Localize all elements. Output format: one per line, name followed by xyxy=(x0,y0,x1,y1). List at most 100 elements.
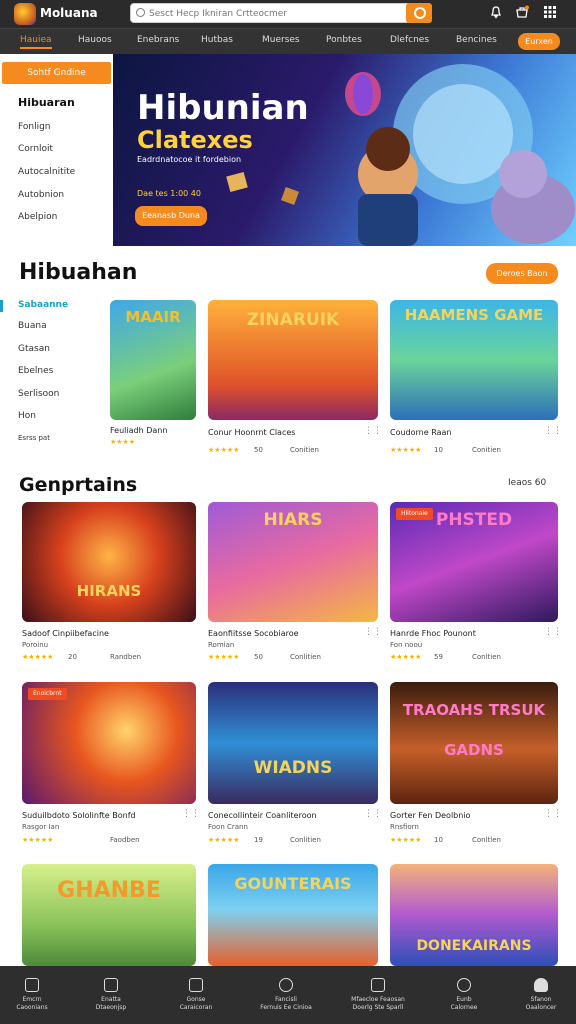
sidebar-item-6[interactable]: Abelpion xyxy=(18,212,57,222)
tab-label: Eunb xyxy=(456,996,472,1003)
game-card-1[interactable]: HIRANS Sadoof Cinpiibefacine Poroinu ★★★… xyxy=(22,502,196,672)
tab-sublabel: Dtaeonjsp xyxy=(95,1004,127,1011)
rating-stars: ★★★★ xyxy=(110,438,136,446)
card-thumbnail[interactable]: TRAOAHS TRSUK GADNS xyxy=(390,682,558,804)
category-item-7[interactable]: Esrss pat xyxy=(18,434,50,442)
app-logo[interactable] xyxy=(14,3,36,25)
card-thumbnail[interactable]: MAAIR xyxy=(110,300,196,420)
sidebar-header[interactable]: Sohtf Gndine xyxy=(2,62,111,84)
card-title[interactable]: Suduilbdoto Sololinfte Bonfd xyxy=(22,811,136,820)
card-meta: Conitien xyxy=(472,446,501,454)
game-card-8[interactable]: GOUNTERAIS xyxy=(208,864,378,966)
nav-item-6[interactable]: Ponbtes xyxy=(326,35,362,49)
nav-item-5[interactable]: Muerses xyxy=(262,35,300,49)
search-bar[interactable] xyxy=(130,3,432,23)
sidebar-item-3[interactable]: Cornloit xyxy=(18,144,53,154)
search-input[interactable] xyxy=(149,6,399,21)
category-item-6[interactable]: Hon xyxy=(18,411,36,421)
category-item-4[interactable]: Ebelnes xyxy=(18,366,53,376)
featured-card-1[interactable]: MAAIR Feuliadh Dann ★★★★ xyxy=(110,300,196,460)
more-options-icon[interactable]: ⋮⋮ xyxy=(364,809,382,819)
card-thumbnail[interactable]: WIADNS xyxy=(208,682,378,804)
more-options-icon[interactable]: ⋮⋮ xyxy=(544,809,562,819)
tab-2[interactable]: Enatta Dtaeonjsp xyxy=(76,974,146,1018)
sidebar-item-5[interactable]: Autobnion xyxy=(18,190,64,200)
rating-value: 19 xyxy=(254,836,263,844)
card-title[interactable]: Hanrde Fhoc Pounont xyxy=(390,629,476,638)
card-meta: Conlitien xyxy=(290,653,321,661)
brand-name[interactable]: Moluana xyxy=(40,6,98,20)
card-thumbnail[interactable]: DONEKAIRANS xyxy=(390,864,558,966)
section-title-featured: Hibuahan xyxy=(19,260,138,285)
card-title[interactable]: Eaonfiitsse Socobiaroe xyxy=(208,629,299,638)
tab-label: Sfanon xyxy=(530,996,552,1003)
nav-item-1[interactable]: Hauiea xyxy=(20,35,52,49)
see-more-link[interactable]: Ieaos 60 xyxy=(508,478,546,488)
more-options-icon[interactable]: ⋮⋮ xyxy=(364,426,382,436)
rating-value: 10 xyxy=(434,446,443,454)
tab-3[interactable]: Gonse Caraicoran xyxy=(161,974,231,1018)
game-card-9[interactable]: DONEKAIRANS xyxy=(390,864,558,966)
featured-card-3[interactable]: HAAMENS GAME Coudorne Raan ⋮⋮ ★★★★★ 10 C… xyxy=(390,300,562,460)
bell-icon[interactable] xyxy=(488,5,504,21)
nav-item-8[interactable]: Bencines xyxy=(456,35,497,49)
card-title[interactable]: Gorter Fen Deolbnio xyxy=(390,811,470,820)
rating-stars: ★★★★★ xyxy=(208,446,240,454)
nav-cta-button[interactable]: Eurxen xyxy=(518,33,560,50)
game-card-2[interactable]: HIARS Eaonfiitsse Socobiaroe ⋮⋮ Romian ★… xyxy=(208,502,382,672)
more-options-icon[interactable]: ⋮⋮ xyxy=(364,627,382,637)
card-title[interactable]: Conur Hoonrnt Claces xyxy=(208,428,295,437)
card-title[interactable]: Conecollinteir Coanliteroon xyxy=(208,811,317,820)
tab-6[interactable]: Eunb Calornee xyxy=(429,974,499,1018)
card-title[interactable]: Sadoof Cinpiibefacine xyxy=(22,629,109,638)
rating-value: 10 xyxy=(434,836,443,844)
card-thumbnail[interactable]: ZINARUIK xyxy=(208,300,378,420)
nav-item-3[interactable]: Enebrans xyxy=(137,35,179,49)
category-item-2[interactable]: Buana xyxy=(18,321,47,331)
card-thumbnail[interactable]: Enoicbrnt xyxy=(22,682,196,804)
featured-more-button[interactable]: Deroes Baon xyxy=(486,263,558,284)
card-title[interactable]: Coudorne Raan xyxy=(390,428,451,437)
cart-icon[interactable] xyxy=(514,5,530,21)
search-button[interactable] xyxy=(406,3,432,23)
game-card-4[interactable]: Enoicbrnt Suduilbdoto Sololinfte Bonfd ⋮… xyxy=(22,682,200,852)
card-title[interactable]: Feuliadh Dann xyxy=(110,426,167,435)
game-card-3[interactable]: Hlitonaie PHSTED Hanrde Fhoc Pounont ⋮⋮ … xyxy=(390,502,562,672)
card-thumbnail[interactable]: GOUNTERAIS xyxy=(208,864,378,966)
category-sidebar: Sohtf Gndine Hibuaran Fonlign Cornloit A… xyxy=(0,54,112,244)
grid-menu-icon[interactable] xyxy=(542,5,558,21)
nav-item-4[interactable]: Hutbas xyxy=(201,35,233,49)
more-options-icon[interactable]: ⋮⋮ xyxy=(544,627,562,637)
tab-7[interactable]: Sfanon Oaaloncer xyxy=(506,974,576,1018)
thumb-title: HIRANS xyxy=(76,582,142,600)
sidebar-item-4[interactable]: Autocalnitite xyxy=(18,167,75,177)
card-meta: Conltlen xyxy=(472,836,501,844)
tab-4[interactable]: Fancisli Fernuis Ee Cinioa xyxy=(251,974,321,1018)
sidebar-item-1[interactable]: Hibuaran xyxy=(18,96,75,109)
nav-item-7[interactable]: Dlefcnes xyxy=(390,35,429,49)
card-thumbnail[interactable]: GHANBE xyxy=(22,864,196,966)
category-item-1[interactable]: Sabaanne xyxy=(18,300,68,310)
game-card-5[interactable]: WIADNS Conecollinteir Coanliteroon ⋮⋮ Fo… xyxy=(208,682,382,852)
sidebar-item-2[interactable]: Fonlign xyxy=(18,122,50,132)
card-subtitle: Fon noou xyxy=(390,641,423,649)
more-options-icon[interactable]: ⋮⋮ xyxy=(544,426,562,436)
category-item-5[interactable]: Serlisoon xyxy=(18,389,59,399)
game-card-7[interactable]: GHANBE xyxy=(22,864,196,966)
thumb-title: MAAIR xyxy=(125,308,181,326)
tab-sublabel: Oaaloncer xyxy=(525,1004,557,1011)
more-options-icon[interactable]: ⋮⋮ xyxy=(182,809,200,819)
card-thumbnail[interactable]: HIARS xyxy=(208,502,378,622)
card-thumbnail[interactable]: Hlitonaie PHSTED xyxy=(390,502,558,622)
tab-5[interactable]: Mfaecloe Feaosan Doerlg Ste Sparll xyxy=(343,974,413,1018)
hero-cta-button[interactable]: Eeanasb Duna xyxy=(135,206,207,226)
game-card-6[interactable]: TRAOAHS TRSUK GADNS Gorter Fen Deolbnio … xyxy=(390,682,562,852)
category-item-3[interactable]: Gtasan xyxy=(18,344,50,354)
hero-meta: Dae tes 1:00 40 xyxy=(137,189,201,198)
hero-banner[interactable]: Hibunian Clatexes Eadrdnatocoe it fordeb… xyxy=(113,54,576,246)
featured-card-2[interactable]: ZINARUIK Conur Hoonrnt Claces ⋮⋮ ★★★★★ 5… xyxy=(208,300,382,460)
tab-1[interactable]: Emcrn Caoonians xyxy=(0,974,67,1018)
card-thumbnail[interactable]: HIRANS xyxy=(22,502,196,622)
nav-item-2[interactable]: Hauoos xyxy=(78,35,112,49)
card-thumbnail[interactable]: HAAMENS GAME xyxy=(390,300,558,420)
